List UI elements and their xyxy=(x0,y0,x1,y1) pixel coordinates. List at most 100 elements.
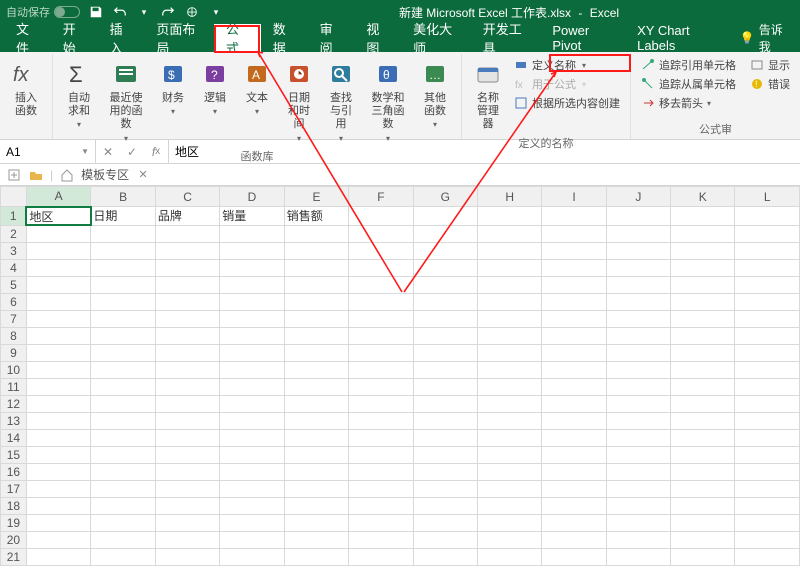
cell-J13[interactable] xyxy=(606,412,670,429)
cell-B10[interactable] xyxy=(91,361,155,378)
cell-K13[interactable] xyxy=(671,412,735,429)
cell-A16[interactable] xyxy=(26,463,90,480)
tab-view[interactable]: 视图 xyxy=(354,24,401,52)
cell-I9[interactable] xyxy=(542,344,606,361)
financial-button[interactable]: $ 财务▾ xyxy=(153,56,193,120)
save-icon[interactable] xyxy=(88,4,104,20)
cell-K21[interactable] xyxy=(671,548,735,565)
cell-J7[interactable] xyxy=(606,310,670,327)
name-manager-button[interactable]: 名称管理器 xyxy=(468,56,508,134)
cell-L2[interactable] xyxy=(735,225,800,242)
cell-K6[interactable] xyxy=(671,293,735,310)
cell-A2[interactable] xyxy=(26,225,90,242)
cell-C14[interactable] xyxy=(155,429,219,446)
cell-F7[interactable] xyxy=(349,310,413,327)
cell-J15[interactable] xyxy=(606,446,670,463)
cell-I19[interactable] xyxy=(542,514,606,531)
row-header-3[interactable]: 3 xyxy=(1,242,27,259)
tab-insert[interactable]: 插入 xyxy=(98,24,145,52)
cell-K15[interactable] xyxy=(671,446,735,463)
cell-J8[interactable] xyxy=(606,327,670,344)
cell-K10[interactable] xyxy=(671,361,735,378)
cell-B20[interactable] xyxy=(91,531,155,548)
row-header-13[interactable]: 13 xyxy=(1,412,27,429)
cell-C20[interactable] xyxy=(155,531,219,548)
cell-L3[interactable] xyxy=(735,242,800,259)
cell-J2[interactable] xyxy=(606,225,670,242)
row-header-20[interactable]: 20 xyxy=(1,531,27,548)
cell-I20[interactable] xyxy=(542,531,606,548)
col-header-A[interactable]: A xyxy=(26,187,90,207)
cell-L7[interactable] xyxy=(735,310,800,327)
tab-data[interactable]: 数据 xyxy=(261,24,308,52)
cell-C13[interactable] xyxy=(155,412,219,429)
row-header-18[interactable]: 18 xyxy=(1,497,27,514)
insert-function-button[interactable]: fx 插入函数 xyxy=(6,56,46,120)
cell-L9[interactable] xyxy=(735,344,800,361)
cell-K9[interactable] xyxy=(671,344,735,361)
cell-A19[interactable] xyxy=(26,514,90,531)
cell-I5[interactable] xyxy=(542,276,606,293)
cell-G14[interactable] xyxy=(413,429,477,446)
cell-K17[interactable] xyxy=(671,480,735,497)
cell-H9[interactable] xyxy=(478,344,542,361)
row-header-17[interactable]: 17 xyxy=(1,480,27,497)
row-header-7[interactable]: 7 xyxy=(1,310,27,327)
cell-G13[interactable] xyxy=(413,412,477,429)
cell-D1[interactable]: 销量 xyxy=(220,207,284,226)
cell-B17[interactable] xyxy=(91,480,155,497)
cell-C18[interactable] xyxy=(155,497,219,514)
home-icon[interactable] xyxy=(59,167,75,183)
cell-E16[interactable] xyxy=(284,463,348,480)
cell-A17[interactable] xyxy=(26,480,90,497)
cell-E6[interactable] xyxy=(284,293,348,310)
cell-I13[interactable] xyxy=(542,412,606,429)
cell-A20[interactable] xyxy=(26,531,90,548)
cell-L20[interactable] xyxy=(735,531,800,548)
cell-I12[interactable] xyxy=(542,395,606,412)
trace-dependents-button[interactable]: 追踪从属单元格 xyxy=(637,75,740,93)
row-header-2[interactable]: 2 xyxy=(1,225,27,242)
cell-L13[interactable] xyxy=(735,412,800,429)
row-header-14[interactable]: 14 xyxy=(1,429,27,446)
cell-H12[interactable] xyxy=(478,395,542,412)
cell-E18[interactable] xyxy=(284,497,348,514)
cell-J20[interactable] xyxy=(606,531,670,548)
cell-K1[interactable] xyxy=(671,207,735,226)
cell-E8[interactable] xyxy=(284,327,348,344)
cell-J21[interactable] xyxy=(606,548,670,565)
cell-I16[interactable] xyxy=(542,463,606,480)
cell-B6[interactable] xyxy=(91,293,155,310)
cell-J11[interactable] xyxy=(606,378,670,395)
qat-more-icon[interactable]: ▾ xyxy=(208,4,224,20)
cell-L12[interactable] xyxy=(735,395,800,412)
cell-G12[interactable] xyxy=(413,395,477,412)
cell-C5[interactable] xyxy=(155,276,219,293)
cell-H16[interactable] xyxy=(478,463,542,480)
cell-K20[interactable] xyxy=(671,531,735,548)
cell-E9[interactable] xyxy=(284,344,348,361)
cell-I11[interactable] xyxy=(542,378,606,395)
redo-icon[interactable] xyxy=(160,4,176,20)
cell-E2[interactable] xyxy=(284,225,348,242)
row-header-21[interactable]: 21 xyxy=(1,548,27,565)
tab-review[interactable]: 审阅 xyxy=(308,24,355,52)
cell-B14[interactable] xyxy=(91,429,155,446)
new-sheet-icon[interactable] xyxy=(6,167,22,183)
cell-B7[interactable] xyxy=(91,310,155,327)
cell-D2[interactable] xyxy=(220,225,284,242)
cell-I18[interactable] xyxy=(542,497,606,514)
cell-F13[interactable] xyxy=(349,412,413,429)
cell-D19[interactable] xyxy=(220,514,284,531)
cell-E19[interactable] xyxy=(284,514,348,531)
cell-G5[interactable] xyxy=(413,276,477,293)
cell-H1[interactable] xyxy=(478,207,542,226)
cell-G3[interactable] xyxy=(413,242,477,259)
cell-L21[interactable] xyxy=(735,548,800,565)
redo-dropdown-icon[interactable]: ▾ xyxy=(136,4,152,20)
cell-H4[interactable] xyxy=(478,259,542,276)
cell-D14[interactable] xyxy=(220,429,284,446)
cell-F17[interactable] xyxy=(349,480,413,497)
cell-K19[interactable] xyxy=(671,514,735,531)
row-header-6[interactable]: 6 xyxy=(1,293,27,310)
